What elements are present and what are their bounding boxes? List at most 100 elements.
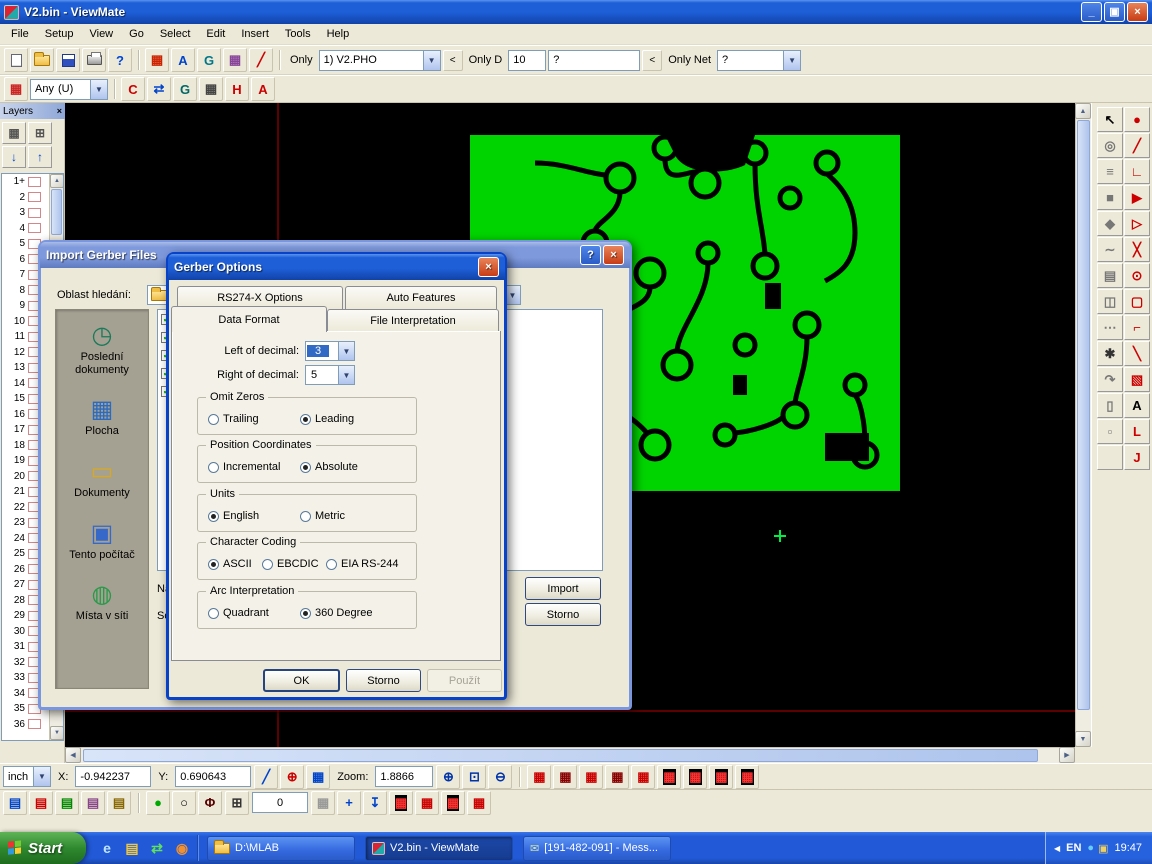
layers-toolbar-button[interactable]: ▦ [2, 122, 26, 144]
palette-tool-button[interactable]: A [1124, 393, 1150, 418]
layer-color-swatch[interactable] [28, 192, 41, 202]
dialog-help-button[interactable]: ? [580, 245, 601, 265]
status-icon-button[interactable]: ▤ [107, 791, 131, 815]
toolbar-icon-button[interactable]: ╱ [249, 48, 273, 72]
places-item[interactable]: ▦ Plocha [57, 398, 147, 438]
radio-english[interactable] [208, 511, 219, 522]
prev-net-button[interactable]: < [642, 50, 662, 71]
right-of-decimal-combo[interactable]: 5 ▼ [305, 365, 355, 385]
pattern-button[interactable]: ▦ [631, 765, 655, 789]
pattern-button[interactable]: ▦ [579, 765, 603, 789]
only-net-toggle[interactable]: Only Net [664, 54, 715, 66]
prev-dcode-button[interactable]: < [443, 50, 463, 71]
status-icon-button[interactable]: ● [146, 791, 170, 815]
chevron-down-icon[interactable]: ▼ [90, 80, 107, 99]
dcode-filter-input[interactable]: ? [548, 50, 640, 71]
y-coordinate-field[interactable]: 0.690643 [175, 766, 251, 787]
layers-toolbar-button[interactable]: ↑ [28, 146, 52, 168]
pattern-button[interactable]: ▦ [657, 765, 681, 789]
palette-tool-button[interactable]: ≡ [1097, 159, 1123, 184]
print-button[interactable] [82, 48, 106, 72]
menu-item[interactable]: Select [152, 25, 199, 43]
toolbar-icon-button[interactable]: A [251, 77, 275, 101]
status-icon-button[interactable]: ▤ [29, 791, 53, 815]
pattern-button[interactable]: ▦ [683, 765, 707, 789]
dialog-close-button[interactable]: × [478, 257, 499, 277]
palette-tool-button[interactable]: ▷ [1124, 211, 1150, 236]
palette-tool-button[interactable]: ▯ [1097, 393, 1123, 418]
chevron-down-icon[interactable]: ▼ [423, 51, 440, 70]
save-button[interactable] [56, 48, 80, 72]
restore-button[interactable]: ▣ [1104, 2, 1125, 22]
status-icon-button[interactable]: ▦ [415, 791, 439, 815]
menu-item[interactable]: Go [121, 25, 152, 43]
status-icon-button[interactable]: ▦ [306, 765, 330, 789]
menu-item[interactable]: Tools [277, 25, 319, 43]
menu-item[interactable]: Edit [198, 25, 233, 43]
zoom-button[interactable]: ⊕ [436, 765, 460, 789]
status-icon-button[interactable]: ▦ [441, 791, 465, 815]
pattern-button[interactable]: ▦ [553, 765, 577, 789]
scroll-down-icon[interactable]: ▼ [1075, 731, 1091, 747]
palette-tool-button[interactable]: ╳ [1124, 237, 1150, 262]
palette-tool-button[interactable]: J [1124, 445, 1150, 470]
net-combo[interactable]: ? ▼ [717, 50, 801, 71]
task-button-viewmate[interactable]: V2.bin - ViewMate [365, 836, 513, 861]
status-icon-button[interactable]: ↧ [363, 791, 387, 815]
layer-color-swatch[interactable] [28, 719, 41, 729]
scroll-down-icon[interactable]: ▼ [50, 726, 64, 740]
toolbar-icon-button[interactable]: G [173, 77, 197, 101]
layer-row[interactable]: 4 [2, 221, 50, 237]
vertical-scrollbar[interactable]: ▲ ▼ [1075, 103, 1091, 747]
storno-button[interactable]: Storno [346, 669, 421, 692]
aperture-table-button[interactable]: ⊞ [225, 791, 249, 815]
scroll-right-icon[interactable]: ▶ [1059, 747, 1075, 763]
scrollbar-thumb[interactable] [51, 189, 62, 235]
status-icon-button[interactable]: ▦ [389, 791, 413, 815]
gerber-dialog-titlebar[interactable]: Gerber Options × [168, 254, 505, 280]
palette-tool-button[interactable]: ∟ [1124, 159, 1150, 184]
dcode-display-field[interactable]: 0 [252, 792, 308, 813]
layers-toolbar-button[interactable]: ⊞ [28, 122, 52, 144]
quick-launch-button[interactable]: ▤ [121, 837, 143, 859]
places-item[interactable]: ▣ Tento počítač [57, 522, 147, 562]
status-icon-button[interactable]: ▤ [81, 791, 105, 815]
menu-item[interactable]: Insert [233, 25, 277, 43]
x-coordinate-field[interactable]: -0.942237 [75, 766, 151, 787]
selection-grid-button[interactable]: ▦ [4, 77, 28, 101]
radio-quadrant[interactable] [208, 608, 219, 619]
palette-tool-button[interactable]: ⌐ [1124, 315, 1150, 340]
palette-tool-button[interactable]: ● [1124, 107, 1150, 132]
apply-button[interactable]: Použít [427, 669, 502, 692]
pattern-button[interactable]: ▦ [709, 765, 733, 789]
layers-panel-header[interactable]: Layers × [0, 103, 65, 119]
quick-launch-button[interactable]: ◉ [171, 837, 193, 859]
ok-button[interactable]: OK [263, 669, 340, 692]
status-icon-button[interactable]: ⊕ [280, 765, 304, 789]
status-icon-button[interactable]: ╱ [254, 765, 278, 789]
layer-row[interactable]: 2 [2, 190, 50, 206]
palette-tool-button[interactable]: ▫ [1097, 419, 1123, 444]
layer-color-swatch[interactable] [28, 177, 41, 187]
layer-color-swatch[interactable] [28, 208, 41, 218]
radio-ebcdic[interactable] [262, 559, 273, 570]
radio-leading[interactable] [300, 414, 311, 425]
chevron-down-icon[interactable]: ▼ [338, 342, 354, 360]
palette-tool-button[interactable]: ✱ [1097, 341, 1123, 366]
any-filter-combo[interactable]: Any (U) ▼ [30, 79, 108, 100]
horizontal-scrollbar[interactable]: ◀ ▶ [65, 747, 1075, 763]
palette-tool-button[interactable]: ↖ [1097, 107, 1123, 132]
palette-tool-button[interactable]: ⊙ [1124, 263, 1150, 288]
import-button[interactable]: Import [525, 577, 601, 600]
radio-incremental[interactable] [208, 462, 219, 473]
status-icon-button[interactable]: ▤ [3, 791, 27, 815]
radio-trailing[interactable] [208, 414, 219, 425]
layers-toolbar-button[interactable]: ↓ [2, 146, 26, 168]
scroll-up-icon[interactable]: ▲ [50, 174, 64, 188]
task-button-messenger[interactable]: ✉ [191-482-091] - Mess... [523, 836, 671, 861]
layer-row[interactable]: 36 [2, 717, 50, 733]
tray-chevron-icon[interactable]: ◀ [1054, 844, 1060, 853]
palette-tool-button[interactable]: ◎ [1097, 133, 1123, 158]
toolbar-icon-button[interactable]: ▦ [223, 48, 247, 72]
pattern-button[interactable]: ▦ [605, 765, 629, 789]
